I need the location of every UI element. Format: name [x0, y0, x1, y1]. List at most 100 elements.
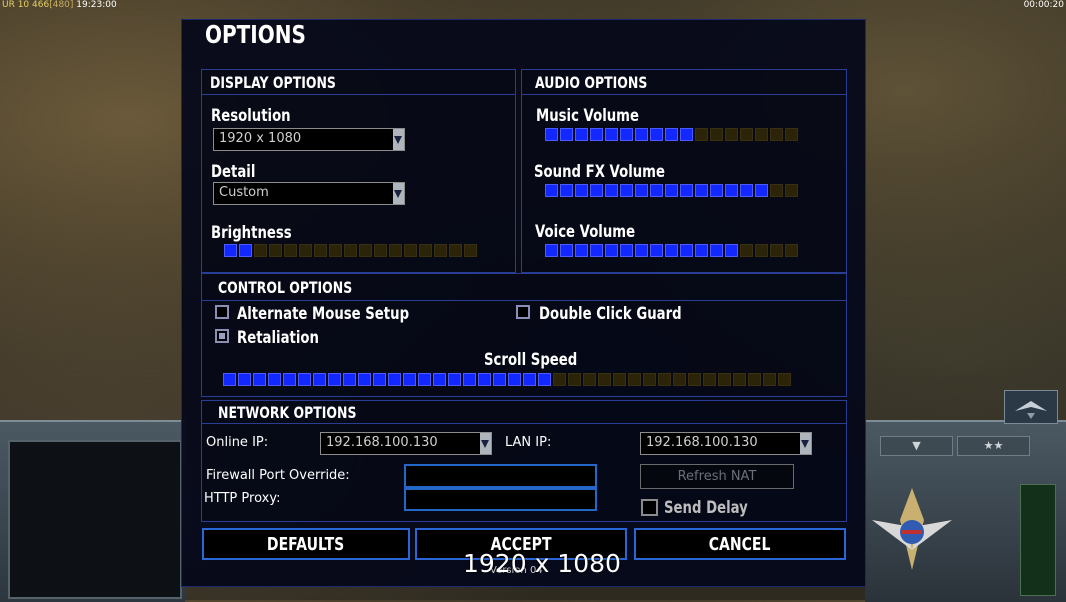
online-ip-dropdown[interactable]: 192.168.100.130 [320, 432, 492, 455]
slider-segment[interactable] [643, 373, 656, 386]
slider-segment[interactable] [680, 244, 693, 257]
slider-segment[interactable] [388, 373, 401, 386]
resolution-dropdown[interactable]: 1920 x 1080 [213, 128, 405, 151]
http-proxy-input[interactable] [404, 488, 597, 511]
voice-volume-slider[interactable] [545, 244, 798, 257]
slider-segment[interactable] [329, 244, 342, 257]
slider-segment[interactable] [785, 128, 798, 141]
slider-segment[interactable] [328, 373, 341, 386]
slider-segment[interactable] [605, 128, 618, 141]
slider-segment[interactable] [628, 373, 641, 386]
refresh-nat-button[interactable]: Refresh NAT [640, 464, 794, 489]
chevron-down-icon[interactable] [480, 433, 491, 454]
slider-segment[interactable] [695, 128, 708, 141]
slider-segment[interactable] [418, 373, 431, 386]
slider-segment[interactable] [463, 373, 476, 386]
slider-segment[interactable] [650, 128, 663, 141]
slider-segment[interactable] [314, 244, 327, 257]
retaliation-label[interactable]: Retaliation [237, 328, 319, 348]
slider-segment[interactable] [545, 244, 558, 257]
slider-segment[interactable] [770, 184, 783, 197]
chevron-down-icon[interactable] [800, 433, 811, 454]
slider-segment[interactable] [374, 244, 387, 257]
slider-segment[interactable] [560, 244, 573, 257]
slider-segment[interactable] [650, 244, 663, 257]
slider-segment[interactable] [575, 184, 588, 197]
cancel-button[interactable]: CANCEL [634, 528, 846, 560]
slider-segment[interactable] [478, 373, 491, 386]
slider-segment[interactable] [695, 244, 708, 257]
slider-segment[interactable] [583, 373, 596, 386]
scroll-speed-slider[interactable] [223, 373, 791, 386]
slider-segment[interactable] [598, 373, 611, 386]
slider-segment[interactable] [590, 184, 603, 197]
slider-segment[interactable] [358, 373, 371, 386]
slider-segment[interactable] [605, 184, 618, 197]
slider-segment[interactable] [665, 184, 678, 197]
slider-segment[interactable] [238, 373, 251, 386]
slider-segment[interactable] [665, 128, 678, 141]
slider-segment[interactable] [673, 373, 686, 386]
slider-segment[interactable] [239, 244, 252, 257]
slider-segment[interactable] [590, 244, 603, 257]
slider-segment[interactable] [575, 244, 588, 257]
hud-tab-icon[interactable]: ▼ [880, 436, 953, 456]
slider-segment[interactable] [748, 373, 761, 386]
slider-segment[interactable] [298, 373, 311, 386]
slider-segment[interactable] [725, 244, 738, 257]
slider-segment[interactable] [389, 244, 402, 257]
slider-segment[interactable] [545, 184, 558, 197]
slider-segment[interactable] [590, 128, 603, 141]
slider-segment[interactable] [755, 244, 768, 257]
slider-segment[interactable] [763, 373, 776, 386]
slider-segment[interactable] [725, 184, 738, 197]
slider-segment[interactable] [755, 184, 768, 197]
brightness-slider[interactable] [224, 244, 477, 257]
firewall-port-input[interactable] [404, 464, 597, 488]
slider-segment[interactable] [778, 373, 791, 386]
slider-segment[interactable] [680, 184, 693, 197]
slider-segment[interactable] [733, 373, 746, 386]
slider-segment[interactable] [545, 128, 558, 141]
slider-segment[interactable] [313, 373, 326, 386]
slider-segment[interactable] [269, 244, 282, 257]
retaliation-checkbox[interactable] [215, 329, 229, 343]
slider-segment[interactable] [605, 244, 618, 257]
slider-segment[interactable] [403, 373, 416, 386]
slider-segment[interactable] [268, 373, 281, 386]
slider-segment[interactable] [620, 184, 633, 197]
double-click-guard-checkbox[interactable] [516, 305, 530, 319]
slider-segment[interactable] [553, 373, 566, 386]
slider-segment[interactable] [785, 184, 798, 197]
chevron-down-icon[interactable] [393, 129, 404, 150]
slider-segment[interactable] [344, 244, 357, 257]
slider-segment[interactable] [359, 244, 372, 257]
slider-segment[interactable] [680, 128, 693, 141]
slider-segment[interactable] [740, 244, 753, 257]
slider-segment[interactable] [695, 184, 708, 197]
slider-segment[interactable] [635, 128, 648, 141]
slider-segment[interactable] [635, 244, 648, 257]
slider-segment[interactable] [434, 244, 447, 257]
slider-segment[interactable] [283, 373, 296, 386]
slider-segment[interactable] [254, 244, 267, 257]
slider-segment[interactable] [785, 244, 798, 257]
send-delay-checkbox[interactable] [641, 499, 658, 516]
slider-segment[interactable] [299, 244, 312, 257]
lan-ip-dropdown[interactable]: 192.168.100.130 [640, 432, 812, 455]
slider-segment[interactable] [658, 373, 671, 386]
slider-segment[interactable] [464, 244, 477, 257]
slider-segment[interactable] [568, 373, 581, 386]
slider-segment[interactable] [538, 373, 551, 386]
chevron-down-icon[interactable] [393, 183, 404, 204]
slider-segment[interactable] [419, 244, 432, 257]
alternate-mouse-checkbox[interactable] [215, 305, 229, 319]
slider-segment[interactable] [575, 128, 588, 141]
slider-segment[interactable] [508, 373, 521, 386]
sound-fx-volume-slider[interactable] [545, 184, 798, 197]
slider-segment[interactable] [223, 373, 236, 386]
slider-segment[interactable] [373, 373, 386, 386]
slider-segment[interactable] [449, 244, 462, 257]
slider-segment[interactable] [284, 244, 297, 257]
slider-segment[interactable] [688, 373, 701, 386]
